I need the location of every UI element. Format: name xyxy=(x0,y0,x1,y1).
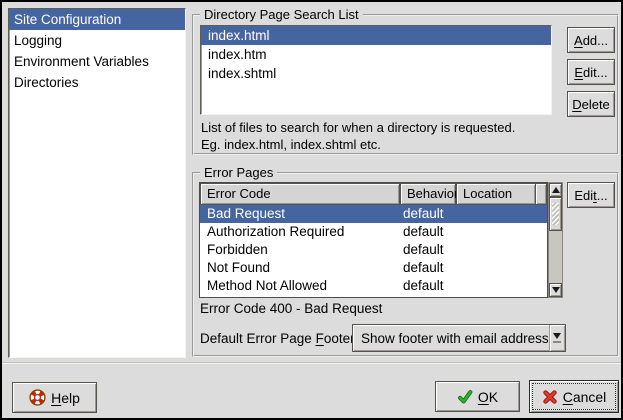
directory-file-list: index.html index.htm index.shtml xyxy=(200,25,552,115)
scroll-up-button[interactable] xyxy=(549,183,562,197)
edit-error-page-button[interactable]: Edit... xyxy=(567,182,615,208)
help-button[interactable]: Help xyxy=(12,382,97,413)
error-pages-table: Error Code Behavior Location Bad Request… xyxy=(199,182,563,298)
delete-button[interactable]: Delete xyxy=(567,91,615,117)
group-title: Error Pages xyxy=(200,165,277,180)
column-header-behavior[interactable]: Behavior xyxy=(400,183,456,205)
table-row[interactable]: Method Not Alloweddefault xyxy=(200,277,547,295)
cancel-button[interactable]: Cancel xyxy=(529,380,619,413)
list-item[interactable]: index.shtml xyxy=(201,64,551,83)
help-lifebuoy-icon xyxy=(29,389,46,406)
directory-list-description: List of files to search for when a direc… xyxy=(201,119,515,153)
table-row[interactable]: Bad Requestdefault xyxy=(200,205,547,223)
sidebar-item-logging[interactable]: Logging xyxy=(9,30,185,51)
arrow-down-icon xyxy=(552,287,560,293)
edit-button[interactable]: Edit... xyxy=(567,59,615,85)
ok-button[interactable]: OK xyxy=(435,381,520,412)
sidebar-item-site-configuration[interactable]: Site Configuration xyxy=(9,9,185,30)
close-x-icon xyxy=(542,389,558,405)
scroll-down-button[interactable] xyxy=(549,283,562,297)
check-icon xyxy=(457,389,473,405)
column-header-location[interactable]: Location xyxy=(456,183,536,205)
error-code-status: Error Code 400 - Bad Request xyxy=(200,301,382,316)
http-config-dialog: Site Configuration Logging Environment V… xyxy=(0,0,623,420)
scrollbar-thumb[interactable] xyxy=(549,197,562,231)
directory-page-search-list-group: Directory Page Search List index.html in… xyxy=(192,14,619,155)
scrollbar-track[interactable] xyxy=(549,231,562,283)
action-area-separator xyxy=(2,362,621,364)
sidebar-item-environment-variables[interactable]: Environment Variables xyxy=(9,51,185,72)
table-row[interactable]: Not Founddefault xyxy=(200,259,547,277)
table-row[interactable]: Forbiddendefault xyxy=(200,241,547,259)
group-title: Directory Page Search List xyxy=(200,7,363,22)
list-item[interactable]: index.htm xyxy=(201,45,551,64)
chevron-down-icon xyxy=(553,333,561,339)
error-footer-dropdown[interactable]: Show footer with email address xyxy=(352,324,566,352)
arrow-up-icon xyxy=(552,187,560,193)
sidebar-item-directories[interactable]: Directories xyxy=(9,72,185,93)
dropdown-arrow-button[interactable] xyxy=(549,325,565,351)
column-header-filler xyxy=(536,183,547,205)
list-item[interactable]: index.html xyxy=(201,26,551,45)
table-row[interactable]: Authorization Requireddefault xyxy=(200,223,547,241)
category-list: Site Configuration Logging Environment V… xyxy=(8,8,186,358)
dropdown-selected-value: Show footer with email address xyxy=(353,331,549,346)
column-header-error-code[interactable]: Error Code xyxy=(200,183,400,205)
table-scrollbar[interactable] xyxy=(548,182,563,298)
thumb-grip-icon xyxy=(552,203,559,225)
table-header: Error Code Behavior Location xyxy=(200,183,547,205)
error-pages-group: Error Pages Error Code Behavior Location… xyxy=(192,172,619,357)
default-error-page-footer-label: Default Error Page Footer: xyxy=(200,331,358,346)
add-button[interactable]: Add... xyxy=(567,27,615,53)
